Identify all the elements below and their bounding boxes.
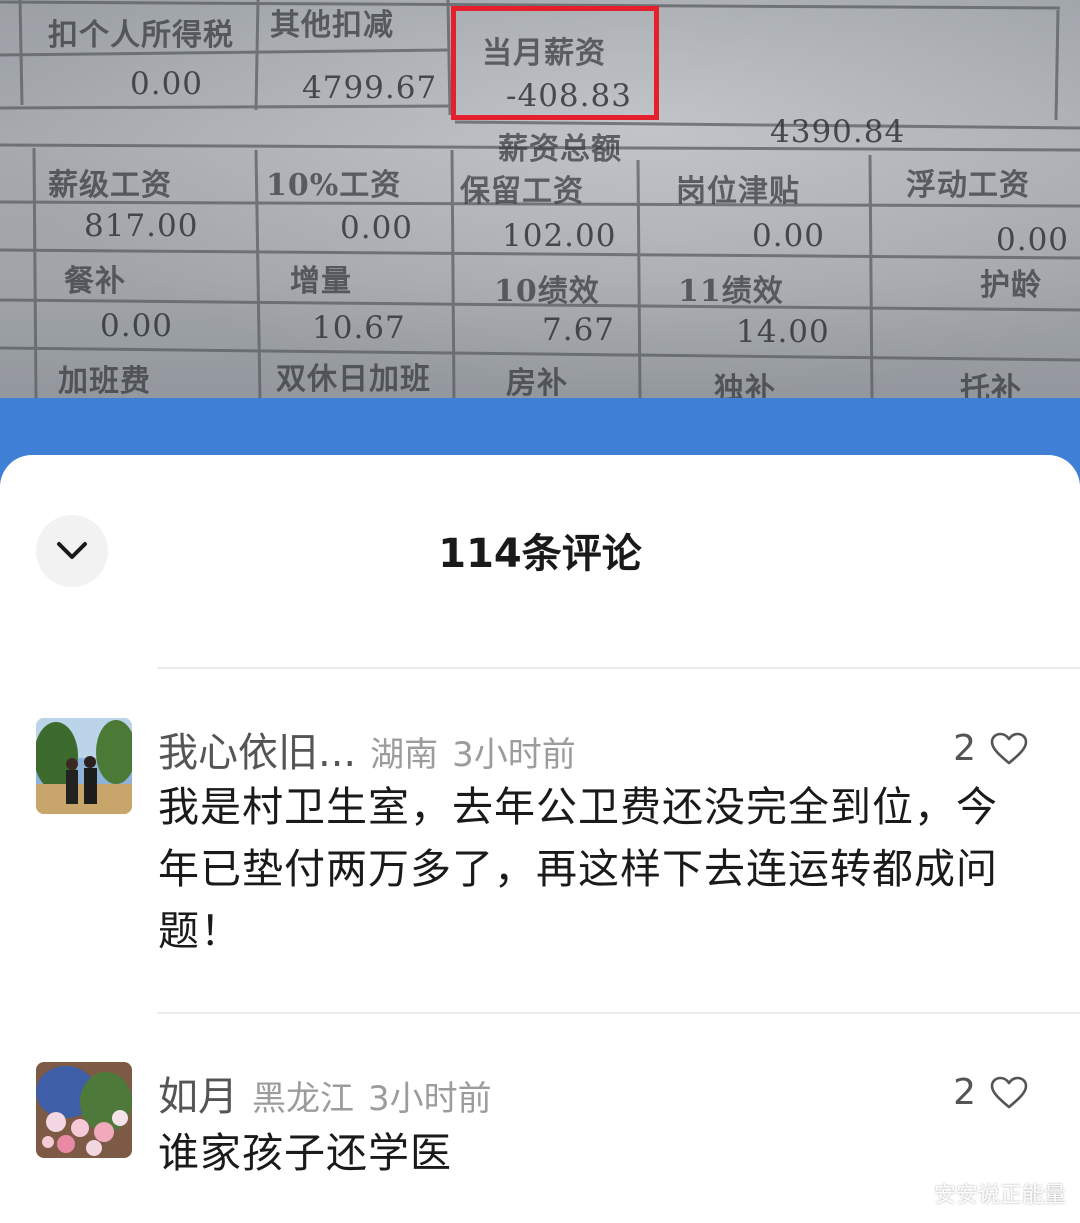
- total-label: 薪资总额: [498, 132, 622, 167]
- row2-label-3: 保留工资: [460, 174, 584, 209]
- comment-meta: 我心依旧... 湖南 3小时前: [158, 720, 576, 778]
- highlight-box: [451, 6, 659, 120]
- like-count: 2: [953, 728, 976, 769]
- avatar[interactable]: [36, 718, 132, 814]
- comment-item: 如月 黑龙江 3小时前 2 谁家孩子还学医: [0, 1062, 1080, 1212]
- row3-value-2: 10.67: [312, 310, 406, 346]
- row2-value-2: 0.00: [340, 210, 414, 246]
- other-deduction-label: 其他扣减: [270, 8, 394, 43]
- username[interactable]: 如月: [158, 1074, 238, 1120]
- divider: [157, 667, 1080, 669]
- comment-text: 我是村卫生室，去年公卫费还没完全到位，今年已垫付两万多了，再这样下去连运转都成问…: [158, 783, 998, 955]
- comment-item: 我心依旧... 湖南 3小时前 2 我是村卫生室，去年公卫费还没完全到位，今年已垫付…: [0, 718, 1080, 1018]
- row4-label-2: 双休日加班: [276, 362, 431, 397]
- row4-label-1: 加班费: [58, 364, 151, 399]
- row4-label-4: 独补: [714, 372, 776, 400]
- row2-value-4: 0.00: [752, 218, 826, 254]
- row3-label-2: 增量: [290, 264, 352, 299]
- heart-icon: [990, 732, 1028, 764]
- payslip-photo: 扣个人所得税 其他扣减 当月薪资 0.00 4799.67 -408.83 薪资…: [0, 0, 1080, 400]
- row3-label-1: 餐补: [64, 264, 126, 299]
- row2-label-4: 岗位津贴: [676, 174, 800, 209]
- row2-label-1: 薪级工资: [48, 168, 172, 203]
- timestamp: 3小时前: [452, 735, 576, 775]
- like-button[interactable]: 2: [953, 728, 1028, 769]
- avatar[interactable]: [36, 1062, 132, 1158]
- watermark: 安安说正能量: [933, 1183, 1066, 1208]
- username[interactable]: 我心依旧...: [158, 730, 356, 776]
- row2-value-1: 817.00: [84, 208, 199, 244]
- tax-value: 0.00: [130, 66, 204, 102]
- row2-label-5: 浮动工资: [906, 168, 1030, 203]
- row4-label-5: 托补: [960, 372, 1022, 400]
- row3-label-4: 11绩效: [678, 274, 784, 309]
- comment-count-title: 114条评论: [438, 531, 642, 577]
- comment-sheet: 114条评论 我心依旧... 湖南 3小时前 2 我是村卫生室，去年公卫费还没完…: [0, 455, 1080, 1223]
- heart-icon: [990, 1076, 1028, 1108]
- like-button[interactable]: 2: [953, 1072, 1028, 1113]
- region: 黑龙江: [252, 1079, 354, 1119]
- comment-text: 谁家孩子还学医: [158, 1129, 452, 1177]
- region: 湖南: [370, 735, 439, 775]
- row3-label-3: 10绩效: [494, 274, 600, 309]
- comment-meta: 如月 黑龙江 3小时前: [158, 1064, 492, 1122]
- like-count: 2: [953, 1072, 976, 1113]
- row3-value-3: 7.67: [542, 312, 616, 348]
- row3-value-1: 0.00: [100, 308, 174, 344]
- timestamp: 3小时前: [368, 1079, 492, 1119]
- total-value: 4390.84: [770, 114, 906, 150]
- row4-label-3: 房补: [506, 366, 568, 400]
- row2-label-2: 10%工资: [266, 168, 402, 203]
- divider: [157, 1012, 1080, 1014]
- tax-label: 扣个人所得税: [48, 18, 234, 53]
- row3-value-4: 14.00: [736, 314, 830, 350]
- other-deduction-value: 4799.67: [302, 70, 438, 106]
- row3-label-5: 护龄: [980, 268, 1042, 303]
- row2-value-5: 0.00: [996, 222, 1070, 258]
- row2-value-3: 102.00: [502, 218, 617, 254]
